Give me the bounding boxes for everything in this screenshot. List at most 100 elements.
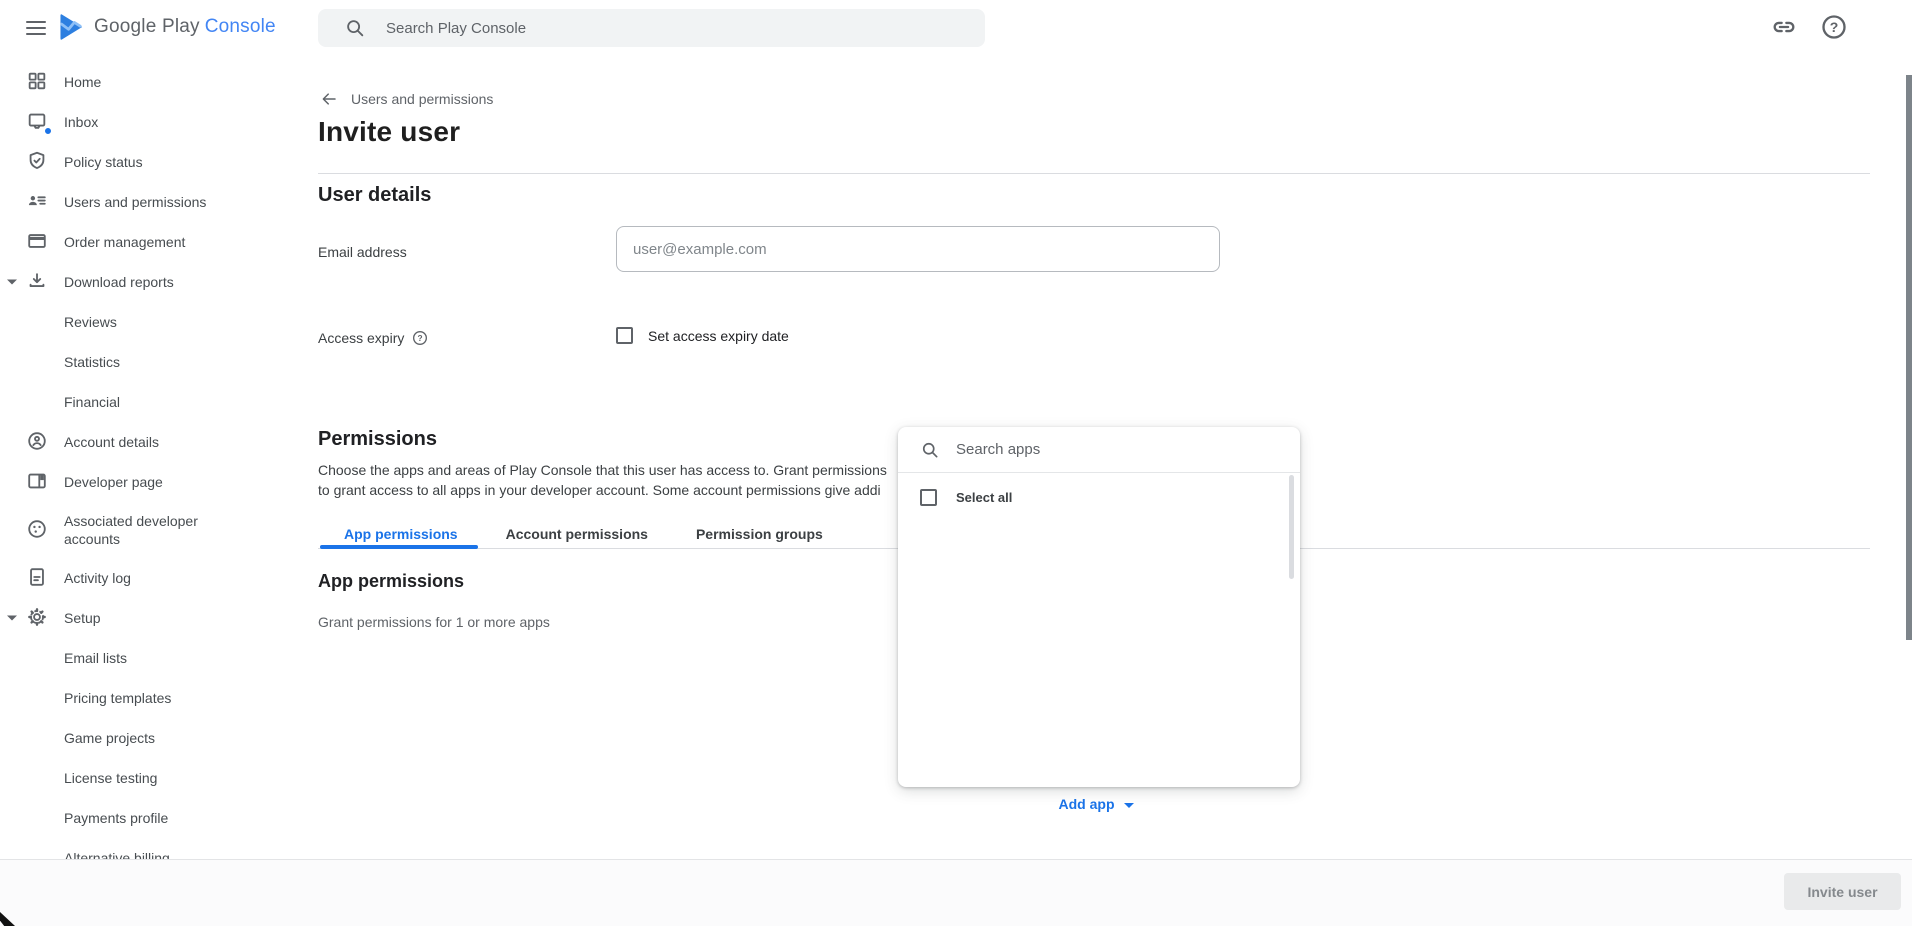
- person-circle-icon: [26, 430, 50, 454]
- breadcrumb-label[interactable]: Users and permissions: [351, 91, 493, 107]
- select-all-row[interactable]: Select all: [898, 473, 1300, 506]
- link-icon[interactable]: [1770, 13, 1798, 41]
- sidebar-item-label: Payments profile: [64, 809, 168, 827]
- chevron-down-icon: [1124, 803, 1134, 808]
- chevron-down-icon[interactable]: [7, 616, 17, 621]
- page-title: Invite user: [318, 116, 460, 148]
- help-icon[interactable]: ?: [1820, 13, 1848, 41]
- permissions-heading: Permissions: [318, 428, 437, 451]
- sidebar-item-label: Account details: [64, 433, 159, 451]
- app-permissions-subtext: Grant permissions for 1 or more apps: [318, 614, 550, 630]
- active-tab-indicator: [320, 545, 478, 549]
- user-details-heading: User details: [318, 184, 431, 207]
- document-icon: [26, 566, 50, 590]
- sidebar-item-inbox[interactable]: Inbox: [0, 102, 318, 142]
- sidebar-item-label: Statistics: [64, 353, 120, 371]
- sidebar-item-policy-status[interactable]: Policy status: [0, 142, 318, 182]
- search-icon: [920, 440, 940, 460]
- app-picker-dropdown: Select all: [898, 427, 1300, 787]
- email-field[interactable]: [616, 226, 1220, 272]
- sidebar-item-developer-page[interactable]: Developer page: [0, 462, 318, 502]
- window-icon: [26, 470, 50, 494]
- sidebar-item-label: Email lists: [64, 649, 127, 667]
- permissions-description-line2: to grant access to all apps in your deve…: [318, 480, 887, 500]
- top-app-bar: Google Play Console ?: [0, 0, 1912, 56]
- add-app-button[interactable]: Add app: [1016, 796, 1176, 812]
- back-arrow-icon[interactable]: [320, 90, 338, 108]
- sidebar-item-license-testing[interactable]: License testing: [0, 758, 318, 798]
- menu-icon[interactable]: [24, 16, 48, 40]
- logo-brand-text: Google Play: [94, 16, 200, 38]
- users-icon: [26, 190, 50, 214]
- select-all-label: Select all: [956, 490, 1012, 505]
- sidebar-item-label: Order management: [64, 233, 185, 251]
- app-search-input[interactable]: [956, 441, 1246, 458]
- sidebar-item-label: Financial: [64, 393, 120, 411]
- breadcrumb[interactable]: Users and permissions: [320, 90, 493, 108]
- page-scrollbar[interactable]: [1906, 75, 1912, 640]
- sidebar-item-financial[interactable]: Financial: [0, 382, 318, 422]
- logo-text: Google Play Console: [94, 16, 276, 38]
- play-console-logo[interactable]: Google Play Console: [58, 12, 276, 42]
- sidebar-item-download-reports[interactable]: Download reports: [0, 262, 318, 302]
- sidebar-item-label: Home: [64, 73, 101, 91]
- set-expiry-checkbox[interactable]: [616, 327, 633, 344]
- sidebar-item-label: Download reports: [64, 273, 174, 291]
- sidebar-item-game-projects[interactable]: Game projects: [0, 718, 318, 758]
- chevron-down-icon[interactable]: [7, 280, 17, 285]
- sidebar-item-label: Pricing templates: [64, 689, 171, 707]
- sidebar-item-activity-log[interactable]: Activity log: [0, 558, 318, 598]
- sidebar-item-label: Setup: [64, 609, 101, 627]
- app-permissions-section-heading: App permissions: [318, 571, 464, 592]
- sidebar-item-label: License testing: [64, 769, 157, 787]
- dropdown-scrollbar[interactable]: [1289, 475, 1294, 579]
- sidebar-item-label: Associated developer accounts: [64, 512, 254, 548]
- download-icon: [26, 270, 50, 294]
- permissions-description: Choose the apps and areas of Play Consol…: [318, 460, 887, 500]
- sidebar-item-label: Policy status: [64, 153, 143, 171]
- global-search-bar[interactable]: [318, 9, 985, 47]
- sidebar-item-label: Inbox: [64, 113, 98, 131]
- sidebar-item-reviews[interactable]: Reviews: [0, 302, 318, 342]
- set-expiry-row: Set access expiry date: [616, 327, 789, 344]
- sidebar-item-payments-profile[interactable]: Payments profile: [0, 798, 318, 838]
- permissions-description-line1: Choose the apps and areas of Play Consol…: [318, 460, 887, 480]
- inbox-icon: [26, 110, 50, 134]
- sidebar-item-label: Users and permissions: [64, 193, 206, 211]
- sidebar-item-statistics[interactable]: Statistics: [0, 342, 318, 382]
- app-picker-search-row[interactable]: [898, 427, 1300, 473]
- access-expiry-label: Access expiry: [318, 330, 404, 346]
- sidebar-item-order-management[interactable]: Order management: [0, 222, 318, 262]
- select-all-checkbox[interactable]: [920, 489, 937, 506]
- access-expiry-help-icon[interactable]: ?: [412, 330, 428, 346]
- sidebar-item-label: Activity log: [64, 569, 131, 587]
- access-expiry-label-row: Access expiry ?: [318, 330, 428, 346]
- gear-icon: [26, 606, 50, 630]
- set-expiry-label: Set access expiry date: [648, 328, 789, 344]
- sidebar-item-associated-developer-accounts[interactable]: Associated developer accounts: [0, 502, 318, 558]
- footer-action-bar: Invite user: [0, 859, 1912, 926]
- svg-text:?: ?: [1830, 19, 1839, 35]
- credit-card-icon: [26, 230, 50, 254]
- search-icon: [344, 17, 366, 39]
- inbox-notification-dot: [44, 127, 52, 135]
- section-divider: [318, 173, 1870, 174]
- email-address-label: Email address: [318, 244, 407, 260]
- sidebar-item-label: Game projects: [64, 729, 155, 747]
- sidebar-item-setup[interactable]: Setup: [0, 598, 318, 638]
- sidebar-nav: Home Inbox Policy status Users and permi…: [0, 62, 318, 878]
- logo-suffix-text: Console: [205, 16, 276, 38]
- invite-user-button[interactable]: Invite user: [1784, 873, 1901, 910]
- sidebar-item-email-lists[interactable]: Email lists: [0, 638, 318, 678]
- sidebar-item-users-and-permissions[interactable]: Users and permissions: [0, 182, 318, 222]
- sidebar-item-label: Developer page: [64, 473, 163, 491]
- sidebar-item-pricing-templates[interactable]: Pricing templates: [0, 678, 318, 718]
- play-triangle-icon: [58, 12, 86, 42]
- circle-dots-icon: [26, 518, 50, 542]
- grid-icon: [26, 70, 50, 94]
- sidebar-item-account-details[interactable]: Account details: [0, 422, 318, 462]
- svg-text:?: ?: [418, 333, 423, 343]
- sidebar-item-home[interactable]: Home: [0, 62, 318, 102]
- shield-check-icon: [26, 150, 50, 174]
- search-input[interactable]: [386, 20, 926, 37]
